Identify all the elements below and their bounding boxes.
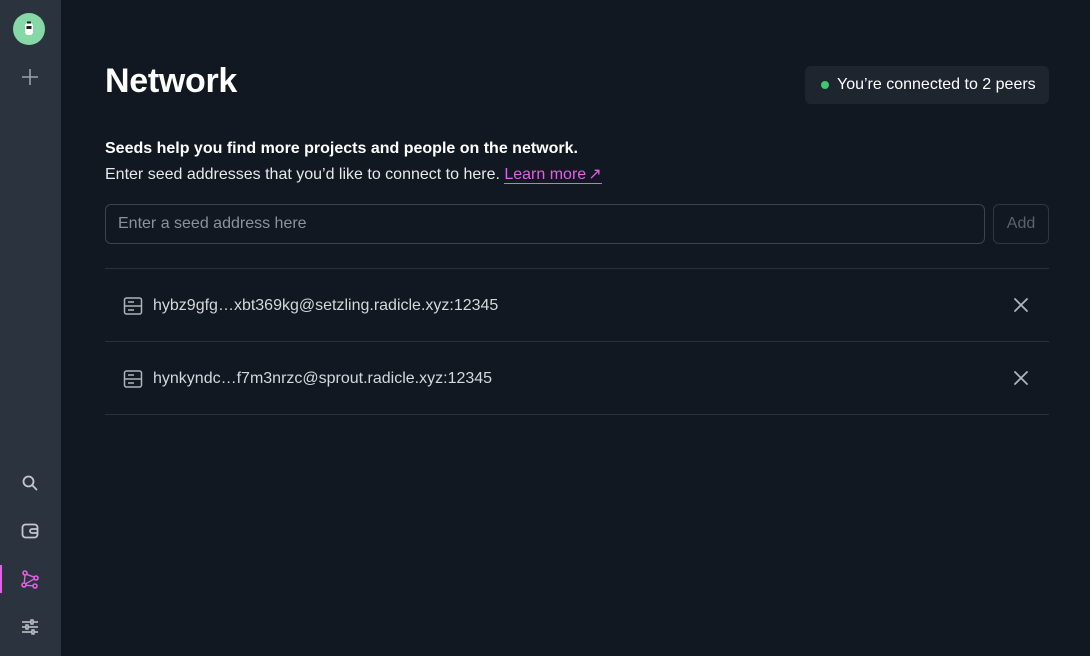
external-link-arrow-icon: ↗ <box>588 166 602 183</box>
settings-sliders-icon <box>22 619 38 635</box>
search-icon <box>22 475 38 491</box>
add-seed-button[interactable]: Add <box>993 204 1049 244</box>
description-body: Enter seed addresses that you’d like to … <box>105 166 505 183</box>
seed-list: hybz9gfg…xbt369kg@setzling.radicle.xyz:1… <box>105 268 1049 415</box>
peers-status-badge: You’re connected to 2 peers <box>805 66 1049 104</box>
close-icon <box>1014 371 1028 385</box>
peers-status-text: You’re connected to 2 peers <box>837 76 1036 93</box>
seed-address: hynkyndc…f7m3nrzc@sprout.radicle.xyz:123… <box>153 370 493 387</box>
server-icon <box>123 370 143 388</box>
description-text: Enter seed addresses that you’d like to … <box>105 164 602 184</box>
online-status-dot-icon <box>821 81 829 89</box>
close-icon <box>1014 298 1028 312</box>
seed-row: hybz9gfg…xbt369kg@setzling.radicle.xyz:1… <box>105 269 1049 342</box>
wallet-icon <box>21 523 39 539</box>
app-window: Network You’re connected to 2 peers Seed… <box>0 0 1090 656</box>
add-button-sidebar[interactable] <box>16 63 44 91</box>
sidebar-item-network[interactable] <box>16 565 44 593</box>
remove-seed-button[interactable] <box>1011 368 1031 388</box>
avatar[interactable] <box>13 13 45 45</box>
sidebar-item-settings[interactable] <box>16 613 44 641</box>
sidebar-active-indicator <box>0 565 2 593</box>
learn-more-link[interactable]: Learn more ↗ <box>504 166 602 184</box>
learn-more-label: Learn more <box>504 166 587 183</box>
plus-icon <box>22 69 38 85</box>
seed-row: hynkyndc…f7m3nrzc@sprout.radicle.xyz:123… <box>105 342 1049 415</box>
network-icon <box>21 570 39 589</box>
seed-address: hybz9gfg…xbt369kg@setzling.radicle.xyz:1… <box>153 297 499 314</box>
seed-address-input[interactable] <box>105 204 985 244</box>
description-heading: Seeds help you find more projects and pe… <box>105 140 578 157</box>
server-icon <box>123 297 143 315</box>
remove-seed-button[interactable] <box>1011 295 1031 315</box>
sidebar <box>0 0 61 656</box>
page-title: Network <box>105 62 238 100</box>
sidebar-item-search[interactable] <box>16 469 44 497</box>
sidebar-item-wallet[interactable] <box>16 517 44 545</box>
avatar-icon <box>25 21 33 35</box>
